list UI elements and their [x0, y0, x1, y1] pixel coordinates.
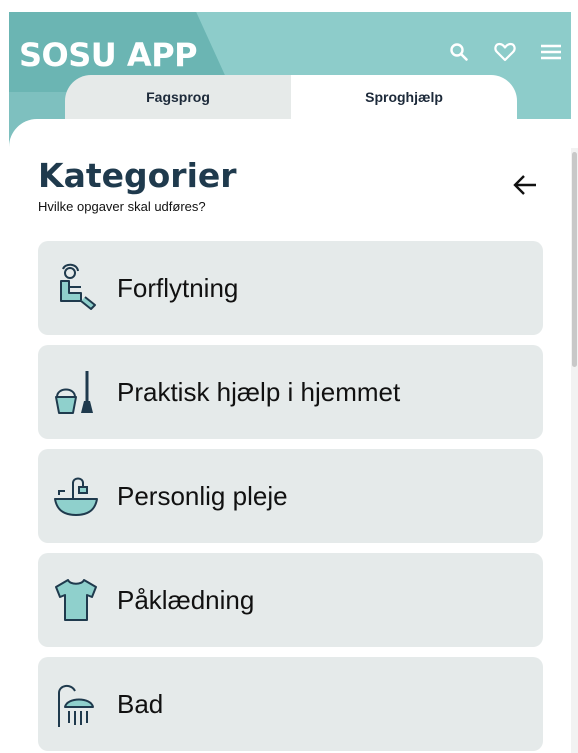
category-label: Påklædning — [117, 584, 255, 615]
category-paaklaedning[interactable]: Påklædning — [38, 553, 543, 647]
sink-icon — [51, 471, 101, 521]
tab-fagsprog[interactable]: Fagsprog — [65, 75, 291, 119]
page-title: Kategorier — [38, 156, 237, 195]
shower-icon — [51, 679, 101, 729]
category-forflytning[interactable]: Forflytning — [38, 241, 543, 335]
tshirt-icon — [51, 575, 101, 625]
category-label: Bad — [117, 688, 164, 719]
category-label: Praktisk hjælp i hjemmet — [117, 376, 401, 407]
page-subtitle: Hvilke opgaver skal udføres? — [38, 199, 206, 214]
app-title: SOSU APP — [19, 36, 198, 74]
category-bad[interactable]: Bad — [38, 657, 543, 751]
header-actions — [447, 40, 563, 64]
person-transfer-icon — [51, 263, 101, 313]
back-arrow-icon[interactable] — [510, 170, 540, 200]
search-icon[interactable] — [447, 40, 471, 64]
menu-icon[interactable] — [539, 40, 563, 64]
bucket-broom-icon — [51, 367, 101, 417]
tab-bar: Fagsprog Sproghjælp — [65, 75, 517, 119]
heart-icon[interactable] — [493, 40, 517, 64]
category-personlig-pleje[interactable]: Personlig pleje — [38, 449, 543, 543]
scrollbar-thumb[interactable] — [572, 152, 577, 367]
tab-sproghjaelp[interactable]: Sproghjælp — [291, 75, 517, 119]
category-praktisk-hjaelp[interactable]: Praktisk hjælp i hjemmet — [38, 345, 543, 439]
category-label: Forflytning — [117, 272, 239, 303]
category-label: Personlig pleje — [117, 480, 288, 511]
